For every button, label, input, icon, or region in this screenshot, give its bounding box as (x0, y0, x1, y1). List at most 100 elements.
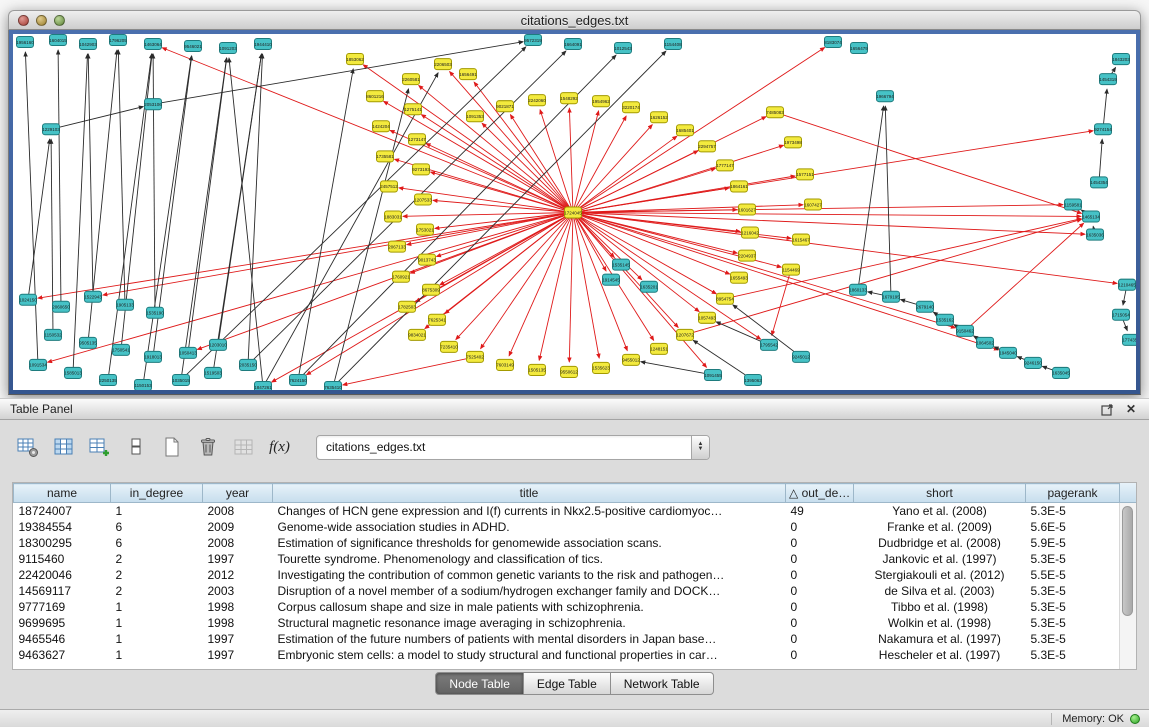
network-node[interactable]: 9550612 (560, 366, 578, 377)
network-node[interactable]: 1724045 (564, 207, 582, 218)
network-node[interactable]: 1150153 (134, 379, 152, 390)
table-cell[interactable]: 1 (111, 647, 203, 663)
table-cell[interactable]: 0 (786, 631, 854, 647)
network-node[interactable]: 1607427 (804, 199, 822, 210)
table-cell[interactable]: 19384554 (14, 519, 111, 535)
table-cell[interactable]: Yano et al. (2008) (854, 503, 1026, 519)
network-node[interactable]: 2294757 (698, 141, 716, 152)
table-cell[interactable]: 9465546 (14, 631, 111, 647)
network-node[interactable]: 1207672 (676, 329, 694, 340)
network-node[interactable]: 2457512 (380, 181, 398, 192)
network-node[interactable]: 2679140 (916, 301, 934, 312)
network-node[interactable]: 1883031 (384, 211, 402, 222)
network-node[interactable]: 1577151 (796, 169, 814, 180)
network-node[interactable]: 1042903 (79, 39, 97, 50)
network-node[interactable]: 1585013 (64, 367, 82, 378)
network-node[interactable]: 1091203 (219, 43, 237, 54)
network-node[interactable]: 2035150 (239, 359, 257, 370)
table-cell[interactable]: 2008 (203, 535, 273, 551)
column-header[interactable]: △ out_de… (786, 484, 854, 503)
table-row[interactable]: 1938455462009Genome-wide association stu… (14, 519, 1120, 535)
network-node[interactable]: 9505135 (79, 337, 97, 348)
network-node[interactable]: 1210465 (1118, 279, 1136, 290)
table-row[interactable]: 1456911722003Disruption of a novel membe… (14, 583, 1120, 599)
close-panel-icon[interactable]: ✕ (1123, 401, 1139, 417)
network-node[interactable]: 1465134 (1082, 211, 1100, 222)
table-cell[interactable]: Embryonic stem cells: a model to study s… (273, 647, 786, 663)
network-node[interactable]: 1463064 (144, 39, 162, 50)
network-node[interactable]: 1273147 (408, 134, 426, 145)
network-node[interactable]: 1860133 (849, 284, 867, 295)
table-cell[interactable]: 0 (786, 599, 854, 615)
network-node[interactable]: 1954962 (592, 96, 610, 107)
network-node[interactable]: 1774350 (1122, 334, 1136, 345)
table-cell[interactable]: 2 (111, 567, 203, 583)
network-node[interactable]: 1685401 (676, 125, 694, 136)
table-cell[interactable]: 5.3E-5 (1026, 631, 1120, 647)
table-row[interactable]: 1872400712008Changes of HCN gene express… (14, 503, 1120, 519)
table-cell[interactable]: Stergiakouli et al. (2012) (854, 567, 1026, 583)
network-node[interactable]: 2250135 (99, 374, 117, 385)
network-node[interactable]: 1035015 (172, 374, 190, 385)
network-node[interactable]: 1535162 (936, 314, 954, 325)
network-node[interactable]: 1735581 (376, 151, 394, 162)
network-node[interactable]: 7635410 (324, 381, 342, 390)
network-node[interactable]: 1945040 (999, 347, 1017, 358)
table-cell[interactable]: 1 (111, 631, 203, 647)
network-node[interactable]: 1091455 (704, 369, 722, 380)
network-node[interactable]: 3220174 (622, 102, 640, 113)
network-node[interactable]: 2242060 (528, 95, 546, 106)
table-cell[interactable]: 0 (786, 615, 854, 631)
table-cell[interactable]: 5.3E-5 (1026, 583, 1120, 599)
network-node[interactable]: 1796205 (109, 35, 127, 46)
network-node[interactable]: 1777147 (716, 160, 734, 171)
table-select-combobox[interactable]: citations_edges.txt ▲▼ (316, 435, 710, 460)
network-node[interactable]: 9246150 (1024, 357, 1042, 368)
table-cell[interactable]: Disruption of a novel member of a sodium… (273, 583, 786, 599)
network-node[interactable]: 1956160 (16, 37, 34, 48)
network-node[interactable]: 1203010 (209, 339, 227, 350)
network-node[interactable]: 1454319 (1099, 74, 1117, 85)
network-node[interactable]: 1091353 (466, 111, 484, 122)
table-cell[interactable]: Estimation of the future numbers of pati… (273, 631, 786, 647)
table-cell[interactable]: 2009 (203, 519, 273, 535)
network-node[interactable]: 1535145 (612, 259, 630, 270)
network-node[interactable]: 1154469 (782, 264, 800, 275)
table-cell[interactable]: 22420046 (14, 567, 111, 583)
table-row[interactable]: 946554611997Estimation of the future num… (14, 631, 1120, 647)
column-header[interactable]: year (203, 484, 273, 503)
network-node[interactable]: 1973498 (784, 137, 802, 148)
network-node[interactable]: 1050413 (179, 347, 197, 358)
network-node[interactable]: 1604015 (49, 35, 67, 46)
network-node[interactable]: 9150462 (956, 325, 974, 336)
table-cell[interactable]: 9777169 (14, 599, 111, 615)
network-node[interactable]: 1843203 (1112, 54, 1130, 65)
table-row[interactable]: 911546021997Tourette syndrome. Phenomeno… (14, 551, 1120, 567)
column-header[interactable]: pagerank (1026, 484, 1120, 503)
network-node[interactable]: 2206503 (434, 59, 452, 70)
network-node[interactable]: 1664091 (564, 39, 582, 50)
network-node[interactable]: 1395062 (744, 374, 762, 385)
network-node[interactable]: 7525402 (466, 351, 484, 362)
table-cell[interactable]: Hescheler et al. (1997) (854, 647, 1026, 663)
minimize-window-button[interactable] (36, 15, 47, 26)
network-node[interactable]: 1154408 (664, 39, 682, 50)
table-cell[interactable]: 1997 (203, 647, 273, 663)
network-node[interactable]: 1535623 (592, 362, 610, 373)
network-node[interactable]: 9834021 (408, 329, 426, 340)
network-node[interactable]: 1012543 (614, 43, 632, 54)
table-cell[interactable]: 2 (111, 583, 203, 599)
table-cell[interactable]: 1 (111, 615, 203, 631)
import-table-button[interactable] (230, 434, 257, 461)
table-row[interactable]: 946362711997Embryonic stem cells: a mode… (14, 647, 1120, 663)
network-node[interactable]: 1248151 (650, 343, 668, 354)
network-node[interactable]: 9245012 (792, 351, 810, 362)
table-cell[interactable]: 5.3E-5 (1026, 551, 1120, 567)
table-cell[interactable]: Corpus callosum shape and size in male p… (273, 599, 786, 615)
network-node[interactable]: 9013743 (418, 254, 436, 265)
network-node[interactable]: 1275141 (404, 104, 422, 115)
column-header[interactable]: short (854, 484, 1026, 503)
network-node[interactable]: 1159581 (1064, 199, 1082, 210)
network-node[interactable]: 1847261 (254, 381, 272, 390)
table-cell[interactable]: Wolkin et al. (1998) (854, 615, 1026, 631)
